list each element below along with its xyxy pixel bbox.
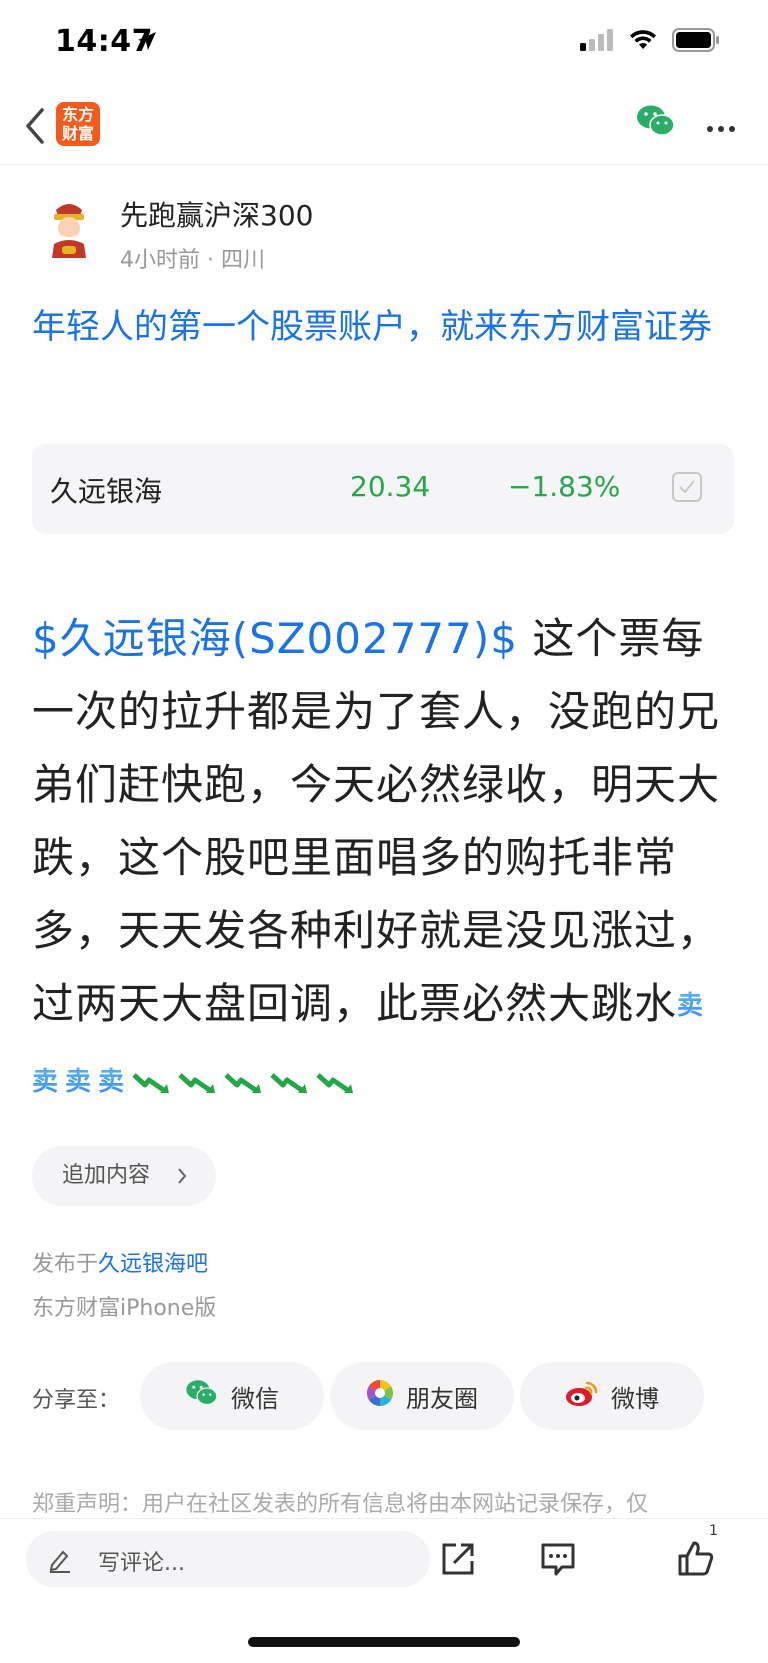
author-name[interactable]: 先跑赢沪深300 bbox=[120, 194, 313, 234]
share-moments-label: 朋友圈 bbox=[406, 1384, 478, 1413]
chevron-right-icon bbox=[176, 1146, 188, 1230]
post-text: 这个票每一次的拉升都是为了套人，没跑的兄弟们赶快跑，今天必然绿收，明天大跌，这个… bbox=[32, 614, 721, 1028]
wechat-icon bbox=[185, 1379, 219, 1413]
battery-icon bbox=[672, 28, 720, 56]
stock-name: 久远银海 bbox=[50, 475, 163, 508]
append-content-label: 追加内容 bbox=[62, 1163, 151, 1188]
wifi-icon bbox=[628, 29, 658, 55]
status-icons bbox=[580, 28, 720, 56]
append-content-button[interactable]: 追加内容 bbox=[32, 1146, 216, 1206]
stock-card[interactable]: 久远银海 20.34 −1.83% bbox=[32, 444, 734, 534]
down-trend-emoji-icon bbox=[269, 1046, 309, 1119]
disclaimer: 郑重声明：用户在社区发表的所有信息将由本网站记录保存，仅 bbox=[32, 1492, 649, 1517]
like-icon[interactable] bbox=[676, 1539, 716, 1583]
device-source: 东方财富iPhone版 bbox=[32, 1296, 217, 1321]
down-trend-emoji-icon bbox=[223, 1046, 263, 1119]
stock-price: 20.34 bbox=[350, 470, 431, 503]
share-weibo-label: 微博 bbox=[611, 1384, 659, 1413]
down-trend-emoji-icon bbox=[131, 1046, 171, 1119]
share-out-icon[interactable] bbox=[438, 1539, 478, 1583]
promo-headline[interactable]: 年轻人的第一个股票账户，就来东方财富证券 bbox=[32, 300, 736, 354]
published-in: 发布于久远银海吧 bbox=[32, 1246, 208, 1278]
share-wechat-label: 微信 bbox=[231, 1384, 279, 1413]
sell-emoji-icon: 卖 bbox=[32, 1046, 59, 1119]
comment-icon[interactable] bbox=[538, 1539, 578, 1583]
stock-change: −1.83% bbox=[508, 470, 621, 503]
avatar[interactable] bbox=[36, 196, 102, 262]
down-trend-emoji-icon bbox=[177, 1046, 217, 1119]
published-prefix: 发布于 bbox=[32, 1252, 99, 1277]
bottom-action-bar: 写评论... 1 bbox=[0, 1518, 768, 1663]
wechat-share-icon[interactable] bbox=[636, 104, 676, 142]
more-icon[interactable] bbox=[706, 118, 736, 137]
sell-emoji-icon: 卖 bbox=[65, 1046, 92, 1119]
weibo-icon bbox=[565, 1379, 599, 1413]
like-count: 1 bbox=[709, 1523, 718, 1539]
comment-placeholder: 写评论... bbox=[98, 1551, 185, 1576]
back-icon[interactable] bbox=[22, 104, 52, 148]
comment-input[interactable]: 写评论... bbox=[26, 1531, 430, 1587]
home-indicator bbox=[248, 1637, 520, 1647]
down-trend-emoji-icon bbox=[315, 1046, 355, 1119]
logo-line-1: 东方 bbox=[61, 105, 94, 124]
moments-icon bbox=[366, 1379, 394, 1413]
forum-link[interactable]: 久远银海吧 bbox=[98, 1252, 208, 1277]
post-meta: 4小时前 · 四川 bbox=[120, 248, 265, 273]
share-weibo-button[interactable]: 微博 bbox=[520, 1362, 704, 1430]
author-block: 先跑赢沪深300 4小时前 · 四川 bbox=[36, 186, 736, 273]
add-watchlist-checkbox[interactable] bbox=[672, 472, 702, 502]
logo-line-2: 财富 bbox=[61, 124, 94, 143]
share-wechat-button[interactable]: 微信 bbox=[140, 1362, 324, 1430]
location-arrow-icon bbox=[136, 30, 158, 56]
signal-icon bbox=[580, 29, 614, 55]
app-logo[interactable]: 东方 财富 bbox=[56, 102, 100, 146]
sell-emoji-icon: 卖 bbox=[98, 1046, 125, 1119]
nav-bar: 东方 财富 bbox=[0, 88, 768, 165]
share-moments-button[interactable]: 朋友圈 bbox=[330, 1362, 514, 1430]
pen-icon bbox=[48, 1547, 72, 1577]
share-label: 分享至： bbox=[32, 1388, 121, 1413]
post-body: $久远银海(SZ002777)$ 这个票每一次的拉升都是为了套人，没跑的兄弟们赶… bbox=[32, 602, 738, 1119]
stock-tag-link[interactable]: $久远银海(SZ002777)$ bbox=[32, 614, 518, 663]
sell-emoji-icon: 卖 bbox=[677, 970, 704, 1043]
status-bar: 14:47 bbox=[0, 0, 768, 88]
